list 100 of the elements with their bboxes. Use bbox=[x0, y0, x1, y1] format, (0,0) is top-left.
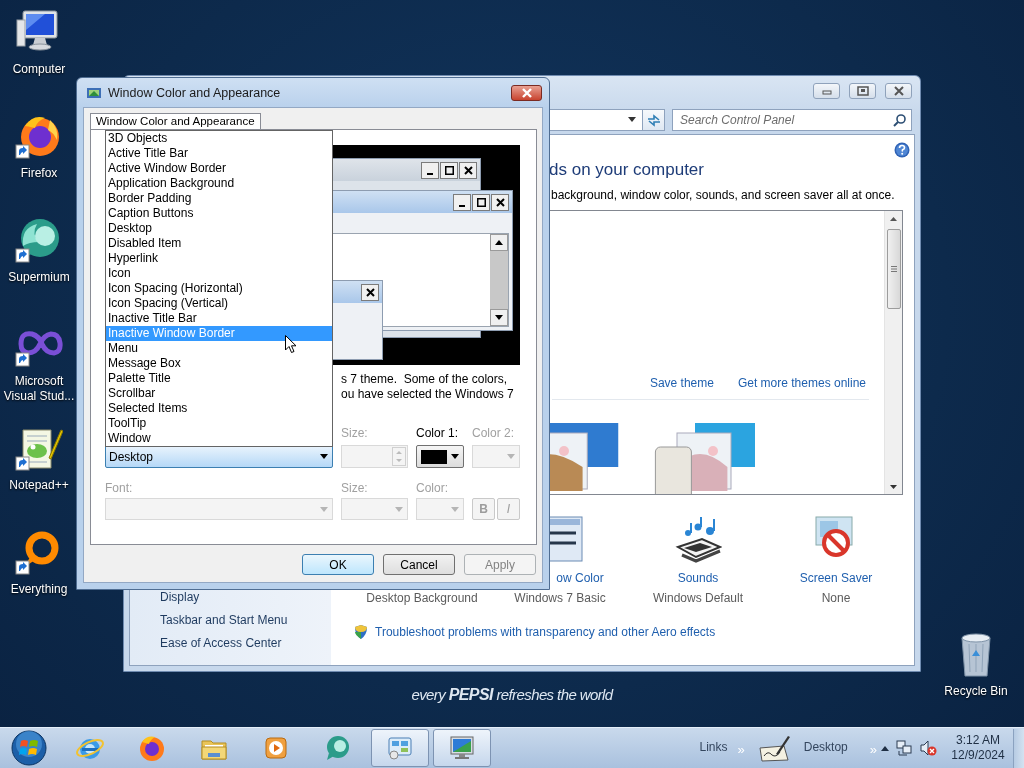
network-icon[interactable] bbox=[895, 739, 913, 757]
tab[interactable]: Window Color and Appearance bbox=[90, 113, 261, 129]
taskbar-button[interactable] bbox=[433, 729, 491, 767]
dropdown-arrow-icon bbox=[628, 117, 636, 122]
link[interactable]: Get more themes online bbox=[737, 376, 866, 391]
scroll-down-icon bbox=[495, 315, 503, 320]
field-label: Font: bbox=[105, 481, 134, 495]
list-option[interactable]: Icon Spacing (Horizontal) bbox=[106, 281, 332, 296]
close-icon bbox=[365, 287, 375, 297]
show-hidden-icon[interactable] bbox=[881, 745, 889, 751]
refresh-button[interactable] bbox=[643, 108, 665, 131]
preview-note: s 7 theme. Some of the colors, ou have selected the Windows 7 bbox=[341, 372, 515, 402]
scrollbar[interactable] bbox=[884, 211, 902, 494]
list-option[interactable]: Selected Items bbox=[106, 401, 332, 416]
close-icon bbox=[495, 197, 505, 207]
list-option[interactable]: Caption Buttons bbox=[106, 206, 332, 221]
list-option[interactable]: Message Box bbox=[106, 356, 332, 371]
list-option[interactable]: Active Title Bar bbox=[106, 146, 332, 161]
sidebar-link[interactable]: Taskbar and Start Menu bbox=[160, 609, 331, 632]
page-heading: ds on your computer bbox=[549, 160, 705, 180]
field-label: Color 1: bbox=[416, 426, 460, 440]
setting-value: Windows Default bbox=[652, 591, 743, 606]
scroll-down-icon bbox=[890, 484, 897, 489]
search-field[interactable]: Search Control Panel bbox=[672, 108, 912, 131]
caret-icon bbox=[507, 454, 515, 459]
search-icon bbox=[893, 112, 907, 127]
close-icon bbox=[463, 165, 473, 175]
icon-label: Microsoft Visual Stud... bbox=[2, 374, 76, 404]
link[interactable]: Save theme bbox=[649, 376, 714, 391]
list-option[interactable]: Icon bbox=[106, 266, 332, 281]
list-option[interactable]: Active Window Border bbox=[106, 161, 332, 176]
close-icon bbox=[520, 87, 533, 98]
list-option[interactable]: Icon Spacing (Vertical) bbox=[106, 296, 332, 311]
dialog-button[interactable]: OK bbox=[302, 554, 374, 575]
field-label: Color: bbox=[416, 481, 449, 495]
field-label: Size: bbox=[341, 481, 369, 495]
clock-time[interactable]: 3:12 AM bbox=[956, 733, 1000, 748]
list-option[interactable]: Application Background bbox=[106, 176, 332, 191]
setting-link[interactable]: Sounds bbox=[677, 571, 719, 586]
close-button[interactable] bbox=[511, 84, 542, 101]
list-option[interactable]: ToolTip bbox=[106, 416, 332, 431]
icon-label: Notepad++ bbox=[8, 478, 70, 493]
field-label: Size: bbox=[341, 426, 369, 440]
toolbar-label: Links bbox=[699, 740, 728, 756]
caret-icon bbox=[451, 506, 459, 512]
item-dropdown[interactable]: Desktop bbox=[105, 445, 333, 468]
dialog-button[interactable]: Cancel bbox=[383, 554, 455, 575]
pen-tablet-icon[interactable] bbox=[757, 734, 790, 762]
scroll-thumb[interactable] bbox=[886, 229, 901, 309]
page-description: background, window color, sounds, and screen saver all at once. bbox=[551, 188, 896, 203]
list-option[interactable]: Disabled Item bbox=[106, 236, 332, 251]
cursor-icon bbox=[285, 335, 297, 354]
list-option[interactable]: Hyperlink bbox=[106, 251, 332, 266]
list-option[interactable]: Window bbox=[106, 431, 332, 446]
sidebar-link[interactable]: Ease of Access Center bbox=[160, 632, 331, 655]
icon-label: Everything bbox=[9, 582, 69, 597]
minimize-icon bbox=[427, 172, 433, 175]
volume-muted-icon[interactable] bbox=[919, 739, 937, 757]
window-title: Window Color and Appearance bbox=[108, 85, 282, 100]
list-option[interactable]: Scrollbar bbox=[106, 386, 332, 401]
list-option[interactable]: Palette Title bbox=[106, 371, 332, 386]
icon-label: Recycle Bin bbox=[943, 684, 1009, 699]
minimize-icon bbox=[459, 204, 465, 207]
troubleshoot-link[interactable]: Troubleshoot problems with transparency and other Aero effects bbox=[375, 625, 716, 639]
minimize-button[interactable] bbox=[813, 82, 840, 99]
refresh-icon bbox=[645, 112, 662, 127]
scroll-up-icon bbox=[495, 240, 503, 245]
caret-icon bbox=[320, 454, 328, 459]
list-option[interactable]: Menu bbox=[106, 341, 332, 356]
clock-date[interactable]: 12/9/2024 bbox=[951, 748, 1005, 763]
setting-link[interactable]: Screen Saver bbox=[799, 571, 873, 586]
sidebar-link[interactable]: Display bbox=[160, 586, 331, 609]
icon-label: Computer bbox=[11, 62, 67, 77]
icon-label: Firefox bbox=[19, 166, 59, 181]
setting-value: Desktop Background bbox=[366, 591, 478, 606]
caret-icon bbox=[451, 454, 459, 459]
grip-icon bbox=[890, 266, 897, 272]
list-option[interactable]: 3D Objects bbox=[106, 131, 332, 146]
icon-label: Supermium bbox=[7, 270, 71, 285]
setting-value: Windows 7 Basic bbox=[514, 591, 606, 606]
caret-icon bbox=[395, 506, 403, 512]
taskbar-button[interactable] bbox=[371, 729, 429, 767]
color-picker[interactable] bbox=[416, 445, 464, 468]
music-keyboard-icon[interactable] bbox=[674, 515, 722, 563]
help-icon[interactable] bbox=[894, 142, 910, 158]
start-orb-icon bbox=[11, 730, 47, 766]
scroll-up-icon bbox=[890, 216, 897, 221]
caret-icon bbox=[320, 506, 328, 512]
list-option[interactable]: Desktop bbox=[106, 221, 332, 236]
list-option[interactable]: Border Padding bbox=[106, 191, 332, 206]
setting-link[interactable]: ow Color bbox=[556, 571, 604, 586]
maximize-icon bbox=[854, 84, 871, 97]
spin-arrows-icon bbox=[392, 447, 406, 466]
toolbar-label: Desktop bbox=[803, 740, 848, 756]
maximize-button[interactable] bbox=[849, 82, 876, 99]
shield-icon bbox=[353, 624, 369, 640]
maximize-icon bbox=[444, 165, 454, 175]
setting-value: None bbox=[821, 591, 851, 606]
close-button[interactable] bbox=[885, 82, 912, 99]
list-option[interactable]: Inactive Title Bar bbox=[106, 311, 332, 326]
